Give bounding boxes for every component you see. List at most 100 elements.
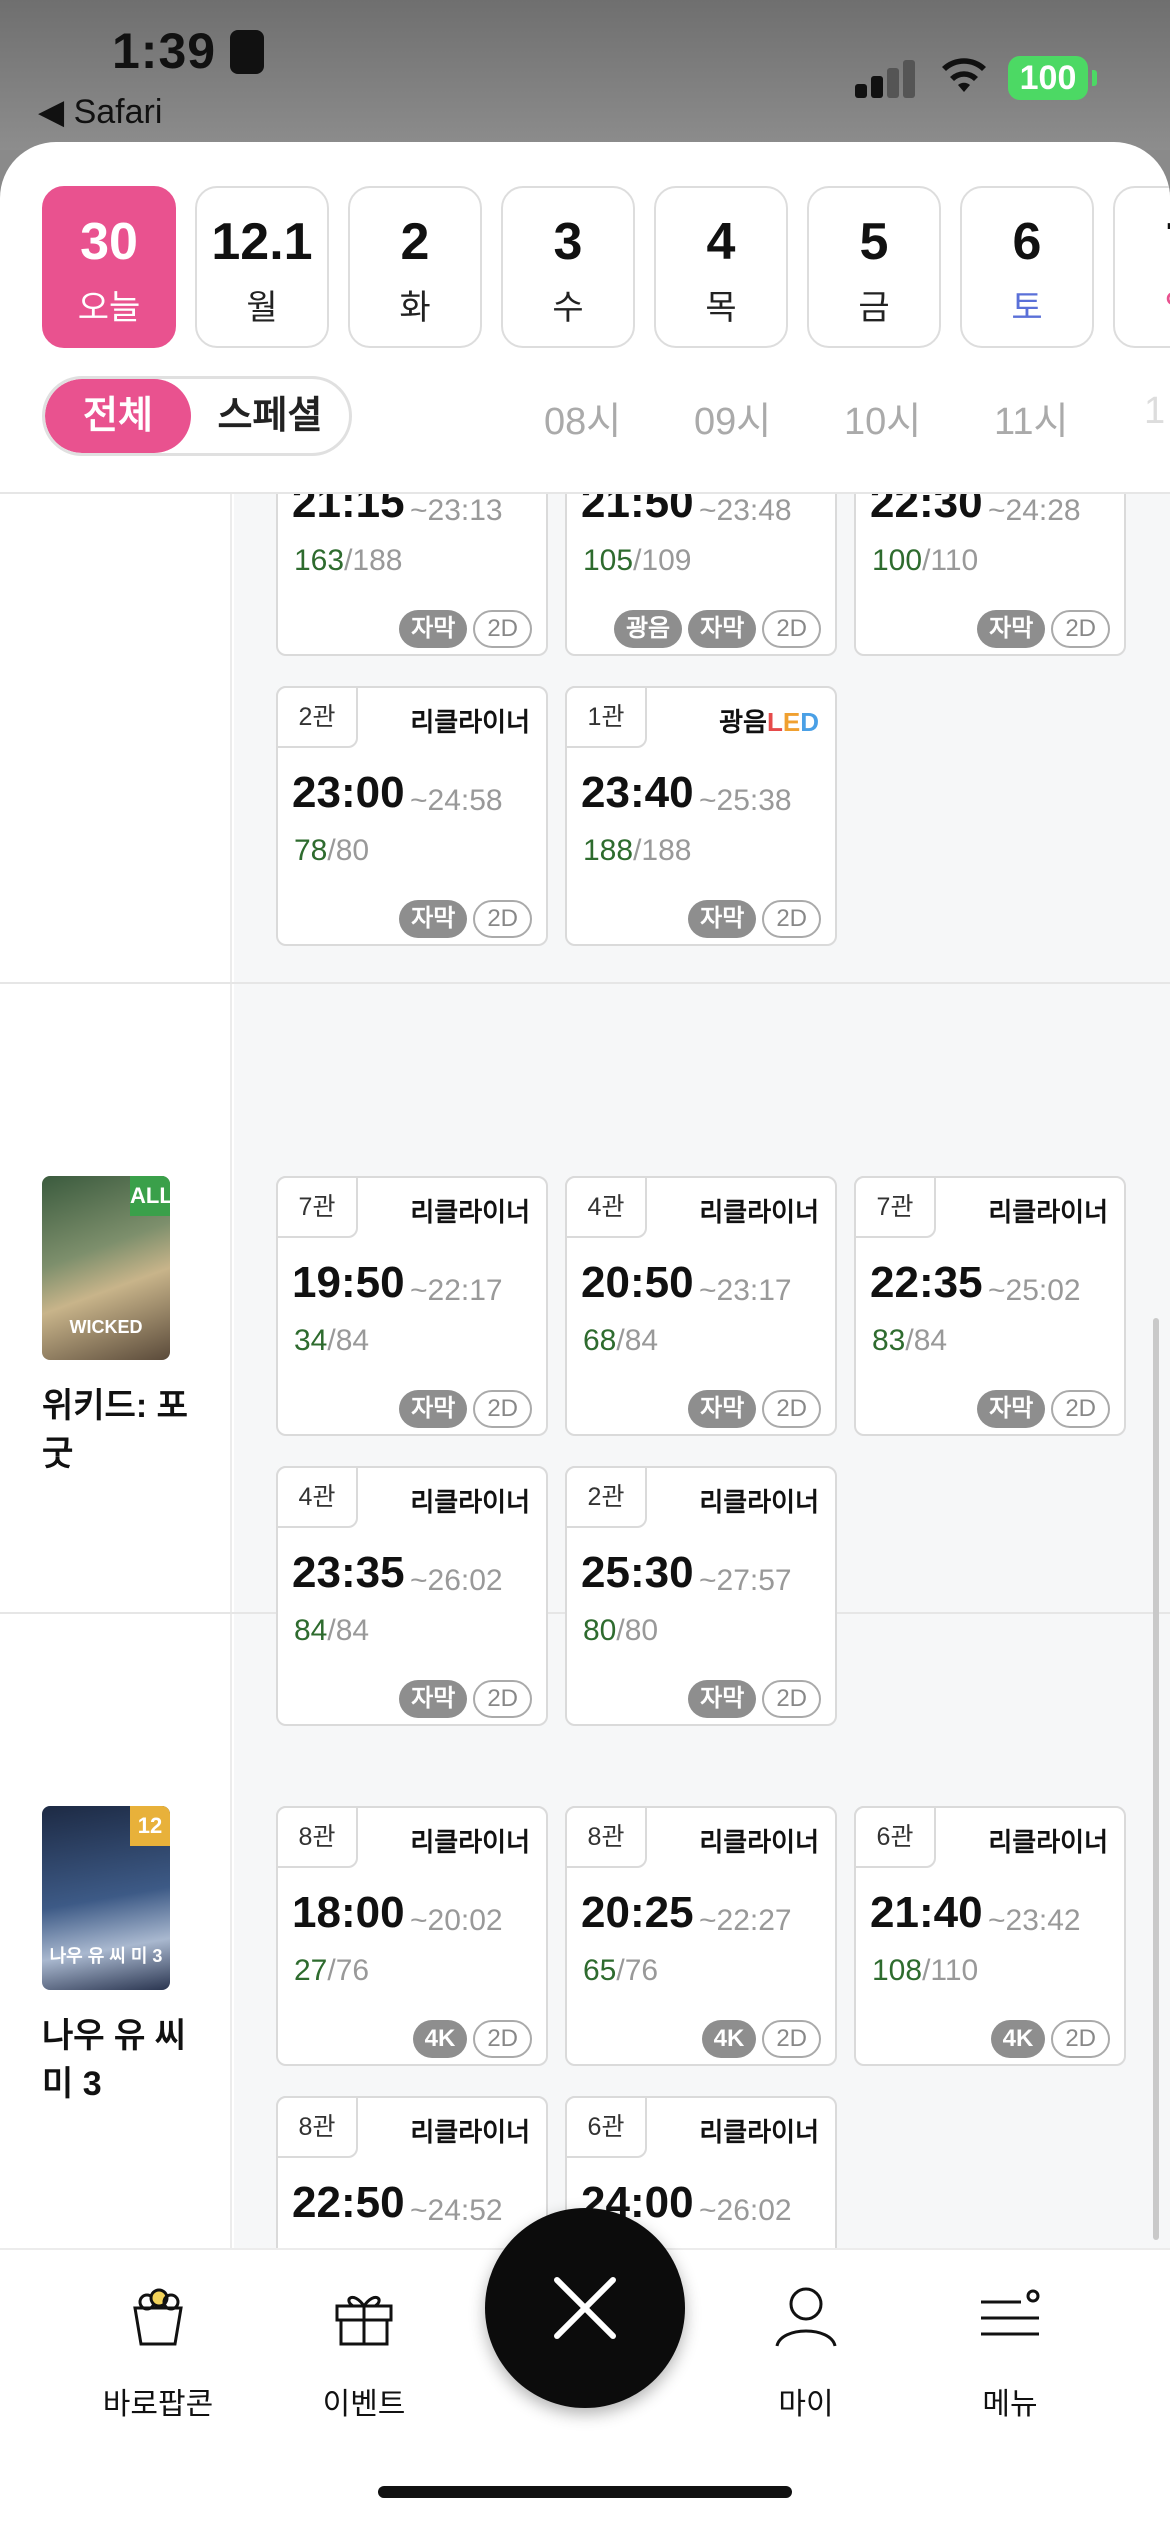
start-time: 22:30 (870, 494, 983, 527)
date-day: 화 (399, 289, 431, 327)
end-time: ~24:28 (988, 494, 1081, 527)
start-time: 21:40 (870, 1888, 983, 1937)
filter-row: 전체 스페셜 08시 09시 10시 11시 1 (0, 376, 1170, 466)
date-chip-2[interactable]: 2 화 (348, 186, 482, 348)
seat-count: 78/80 (294, 834, 370, 867)
nav-popcorn[interactable]: 바로팝콘 (78, 2280, 238, 2423)
movie-poster[interactable]: 나우 유 씨 미 3 12 (42, 1806, 170, 1990)
date-number: 7 (1115, 212, 1170, 272)
screen-type: 리클라이너 (699, 1197, 819, 1227)
subtitle-tag: 자막 (688, 1390, 757, 1428)
tag-list: 자막 2D (977, 610, 1110, 648)
age-rating-badge: 12 (130, 1806, 170, 1846)
screen-type: 리클라이너 (410, 1197, 530, 1227)
showtime-card[interactable]: 8관 리클라이너 18:00 ~20:02 27/76 4K 2D (276, 1806, 548, 2066)
seat-count: 163/188 (294, 544, 403, 577)
format-tag: 2D (762, 2020, 821, 2058)
showtime-card[interactable]: 2관 리클라이너 25:30 ~27:57 80/80 자막 2D (565, 1466, 837, 1726)
screen-type: 리클라이너 (410, 1827, 530, 1857)
showtime-card[interactable]: 8관 리클라이너 20:25 ~22:27 65/76 4K 2D (565, 1806, 837, 2066)
nav-event[interactable]: 이벤트 (284, 2280, 444, 2423)
tag-list: 자막 2D (688, 1390, 821, 1428)
screen-type: 리클라이너 (410, 2117, 530, 2147)
filter-all-button[interactable]: 전체 (45, 379, 191, 453)
date-chip-5[interactable]: 5 금 (807, 186, 941, 348)
format-tag: 2D (473, 900, 532, 938)
back-to-safari-link[interactable]: ◀ Safari (38, 92, 162, 132)
tag-list: 4K 2D (701, 2020, 821, 2058)
start-time: 20:50 (581, 1258, 694, 1307)
hour-08[interactable]: 08시 (544, 390, 621, 445)
start-time: 22:35 (870, 1258, 983, 1307)
movie-title[interactable]: 위키드: 포 굿 (42, 1382, 212, 1478)
hour-11[interactable]: 11시 (994, 390, 1068, 445)
filter-special-button[interactable]: 스페셜 (191, 379, 349, 453)
seat-count: 34/84 (294, 1324, 370, 1357)
date-chip-30[interactable]: 30 오늘 (42, 186, 176, 348)
nav-event-label: 이벤트 (322, 2388, 406, 2421)
date-number: 6 (1012, 213, 1042, 271)
home-indicator (378, 2486, 792, 2498)
showtime-card[interactable]: 21:15 ~23:13 163/188 자막 2D (276, 494, 548, 656)
seat-count: 65/76 (583, 1954, 659, 1987)
date-chip-6[interactable]: 6 토 (960, 186, 1094, 348)
seat-count: 100/110 (872, 544, 979, 577)
end-time: ~26:02 (410, 1564, 503, 1597)
showtime-card[interactable]: 2관 리클라이너 23:00 ~24:58 78/80 자막 2D (276, 686, 548, 946)
wifi-icon (942, 58, 986, 92)
date-number: 3 (553, 213, 583, 271)
tag-list: 자막 2D (688, 900, 821, 938)
subtitle-tag: 자막 (977, 610, 1046, 648)
hour-next[interactable]: 1 (1144, 390, 1165, 433)
close-button[interactable] (485, 2208, 685, 2408)
subtitle-tag: 자막 (399, 610, 468, 648)
hour-10[interactable]: 10시 (844, 390, 921, 445)
subtitle-tag: 자막 (399, 900, 468, 938)
movie-column (0, 494, 232, 2254)
end-time: ~22:27 (699, 1904, 792, 1937)
start-time: 22:50 (292, 2178, 405, 2227)
date-chip-3[interactable]: 3 수 (501, 186, 635, 348)
nav-my[interactable]: 마이 (726, 2280, 886, 2423)
movie-title[interactable]: 나우 유 씨 미 3 (42, 2012, 212, 2108)
date-chip-7[interactable]: 7 일 (1113, 186, 1170, 348)
showtime-card[interactable]: 4관 리클라이너 20:50 ~23:17 68/84 자막 2D (565, 1176, 837, 1436)
date-chip-12-1[interactable]: 12.1 월 (195, 186, 329, 348)
hour-09[interactable]: 09시 (694, 390, 771, 445)
date-number: 4 (706, 213, 736, 271)
hall-label: 6관 (565, 2096, 647, 2158)
user-icon (775, 2287, 837, 2347)
date-number: 30 (80, 213, 138, 271)
showtime-card[interactable]: 1관 광음LED 23:40 ~25:38 188/188 자막 2D (565, 686, 837, 946)
tag-list: 4K 2D (412, 2020, 532, 2058)
showtime-card[interactable]: 4관 리클라이너 23:35 ~26:02 84/84 자막 2D (276, 1466, 548, 1726)
scrollbar[interactable] (1153, 1318, 1159, 2240)
showtime-card[interactable]: 7관 리클라이너 22:35 ~25:02 83/84 자막 2D (854, 1176, 1126, 1436)
hall-label: 8관 (565, 1806, 647, 1868)
hall-label: 4관 (565, 1176, 647, 1238)
date-number: 2 (400, 213, 430, 271)
resolution-tag: 4K (990, 2020, 1046, 2058)
end-time: ~25:38 (699, 784, 792, 817)
showtime-card[interactable]: 7관 리클라이너 19:50 ~22:17 34/84 자막 2D (276, 1176, 548, 1436)
poster-title: 나우 유 씨 미 3 (49, 1946, 163, 1966)
menu-icon (981, 2289, 1040, 2336)
end-time: ~23:17 (699, 1274, 792, 1307)
subtitle-tag: 자막 (977, 1390, 1046, 1428)
gift-icon (335, 2295, 393, 2346)
format-tag: 2D (473, 610, 532, 648)
date-chip-4[interactable]: 4 목 (654, 186, 788, 348)
showtime-card[interactable]: 22:30 ~24:28 100/110 자막 2D (854, 494, 1126, 656)
nav-menu[interactable]: 메뉴 (930, 2280, 1090, 2423)
format-tag: 2D (473, 1680, 532, 1718)
screen-type: 리클라이너 (410, 1487, 530, 1517)
showtime-card[interactable]: 21:50 ~23:48 105/109 광음 자막 2D (565, 494, 837, 656)
end-time: ~23:42 (988, 1904, 1081, 1937)
screen-type: 리클라이너 (410, 707, 530, 737)
showtime-card[interactable]: 6관 리클라이너 21:40 ~23:42 108/110 4K 2D (854, 1806, 1126, 2066)
movie-poster[interactable]: WICKED ALL (42, 1176, 170, 1360)
end-time: ~23:48 (699, 494, 792, 527)
date-number: 12.1 (211, 213, 313, 271)
date-day: 월 (246, 289, 278, 327)
seat-count: 83/84 (872, 1324, 948, 1357)
